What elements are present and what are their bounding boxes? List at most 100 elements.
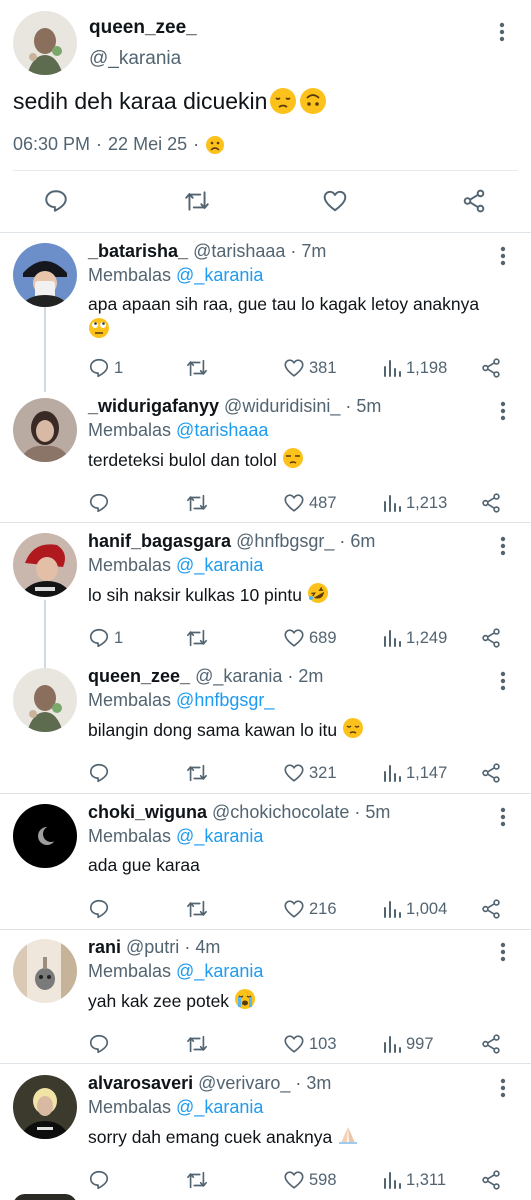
display-name[interactable]: _widurigafanyy (88, 396, 219, 417)
retweet-icon (185, 898, 209, 920)
avatar[interactable] (13, 243, 77, 307)
retweet-button[interactable] (185, 488, 213, 518)
share-button[interactable] (480, 894, 502, 924)
reply-tweet[interactable]: rani @putri · 4m Membalas @_karania yah … (0, 934, 531, 1063)
retweet-button[interactable] (185, 1029, 213, 1059)
replying-to-link[interactable]: @_karania (176, 265, 263, 285)
display-name[interactable]: choki_wiguna (88, 802, 207, 823)
handle[interactable]: @_karania (195, 666, 282, 687)
like-button[interactable]: 487 (283, 488, 337, 518)
reply-tweet[interactable]: _widurigafanyy @widuridisini_ · 5m Memba… (0, 393, 531, 522)
replying-to-link[interactable]: @tarishaaa (176, 420, 268, 440)
reply-button[interactable] (88, 488, 114, 518)
like-button[interactable]: 216 (283, 894, 337, 924)
views-button[interactable]: 1,004 (382, 894, 447, 924)
display-name[interactable]: hanif_bagasgara (88, 531, 231, 552)
retweet-button[interactable] (185, 894, 213, 924)
avatar[interactable] (13, 398, 77, 462)
display-name[interactable]: queen_zee_ (89, 17, 197, 39)
avatar[interactable] (13, 939, 77, 1003)
display-name[interactable]: rani (88, 937, 121, 958)
views-button[interactable]: 997 (382, 1029, 434, 1059)
share-button[interactable] (480, 353, 502, 383)
views-button[interactable]: 1,311 (382, 1165, 446, 1195)
views-button[interactable]: 1,213 (382, 488, 447, 518)
views-icon (382, 899, 402, 919)
reply-button[interactable]: 1 (88, 623, 123, 653)
reply-button[interactable] (88, 894, 114, 924)
share-button[interactable] (480, 488, 502, 518)
reply-button[interactable] (88, 1029, 114, 1059)
views-button[interactable]: 1,198 (382, 353, 447, 383)
reply-tweet[interactable]: _batarisha_ @tarishaaa · 7m Membalas @_k… (0, 238, 531, 378)
upside-down-emoji (299, 87, 327, 115)
like-button[interactable]: 381 (283, 353, 337, 383)
reply-actions: 216 1,004 (88, 894, 511, 924)
display-name[interactable]: _batarisha_ (88, 241, 188, 262)
more-options-icon[interactable] (496, 671, 510, 691)
separator-dot: · (295, 1073, 302, 1093)
avatar[interactable] (13, 533, 77, 597)
views-count: 1,213 (406, 493, 448, 512)
more-options-icon[interactable] (496, 807, 510, 827)
like-button[interactable]: 598 (283, 1165, 337, 1195)
retweet-icon (185, 492, 209, 514)
reply-button[interactable] (88, 758, 114, 788)
divider (0, 522, 531, 523)
avatar[interactable] (13, 1075, 77, 1139)
replying-to-link[interactable]: @_karania (176, 1097, 263, 1117)
display-name[interactable]: alvarosaveri (88, 1073, 193, 1094)
retweet-button[interactable] (185, 758, 213, 788)
handle[interactable]: @_karania (89, 48, 181, 70)
handle[interactable]: @widuridisini_ (224, 396, 340, 417)
share-button[interactable] (480, 1165, 502, 1195)
avatar[interactable] (13, 11, 77, 75)
replying-prefix: Membalas (88, 265, 172, 285)
avatar[interactable] (13, 668, 77, 732)
reply-tweet[interactable]: queen_zee_ @_karania · 2m Membalas @hnfb… (0, 663, 531, 793)
reply-tweet[interactable]: alvarosaveri @verivaro_ · 3m Membalas @_… (0, 1070, 531, 1200)
separator-dot: · (287, 666, 294, 686)
share-button[interactable] (480, 623, 502, 653)
handle[interactable]: @putri (126, 937, 179, 958)
more-options-icon[interactable] (496, 536, 510, 556)
reply-tweet[interactable]: choki_wiguna @chokichocolate · 5m Membal… (0, 799, 531, 929)
more-options-icon[interactable] (496, 1078, 510, 1098)
retweet-button[interactable] (185, 353, 213, 383)
share-button[interactable] (480, 1029, 502, 1059)
retweet-button[interactable] (185, 623, 213, 653)
retweet-icon[interactable] (179, 183, 215, 219)
tweet-text: sedih deh karaa dicuekin (13, 87, 327, 115)
like-icon[interactable] (317, 183, 353, 219)
handle[interactable]: @chokichocolate (212, 802, 349, 823)
reply-text-content: yah kak zee potek (88, 991, 230, 1011)
reply-actions: 1 689 1,249 (88, 623, 511, 653)
avatar[interactable] (13, 804, 77, 868)
share-button[interactable] (480, 758, 502, 788)
replying-to-link[interactable]: @hnfbgsgr_ (176, 690, 274, 710)
reply-time: 5m (356, 396, 382, 416)
replying-to-link[interactable]: @_karania (176, 826, 263, 846)
like-button[interactable]: 321 (283, 758, 337, 788)
retweet-button[interactable] (185, 1165, 213, 1195)
more-options-icon[interactable] (496, 401, 510, 421)
tweet-timestamp[interactable]: 06:30 PM · 22 Mei 25 · (13, 134, 225, 155)
handle[interactable]: @hnfbgsgr_ (236, 531, 334, 552)
handle[interactable]: @verivaro_ (198, 1073, 290, 1094)
replying-to-link[interactable]: @_karania (176, 555, 263, 575)
display-name[interactable]: queen_zee_ (88, 666, 190, 687)
reply-button[interactable] (88, 1165, 114, 1195)
like-button[interactable]: 689 (283, 623, 337, 653)
views-button[interactable]: 1,249 (382, 623, 447, 653)
reply-button[interactable]: 1 (88, 353, 123, 383)
more-options-icon[interactable] (495, 22, 509, 42)
like-button[interactable]: 103 (283, 1029, 337, 1059)
handle[interactable]: @tarishaaa (193, 241, 285, 262)
reply-icon[interactable] (38, 183, 74, 219)
views-button[interactable]: 1,147 (382, 758, 447, 788)
more-options-icon[interactable] (496, 942, 510, 962)
share-icon[interactable] (456, 183, 492, 219)
reply-tweet[interactable]: hanif_bagasgara @hnfbgsgr_ · 6m Membalas… (0, 528, 531, 658)
more-options-icon[interactable] (496, 246, 510, 266)
replying-to-link[interactable]: @_karania (176, 961, 263, 981)
